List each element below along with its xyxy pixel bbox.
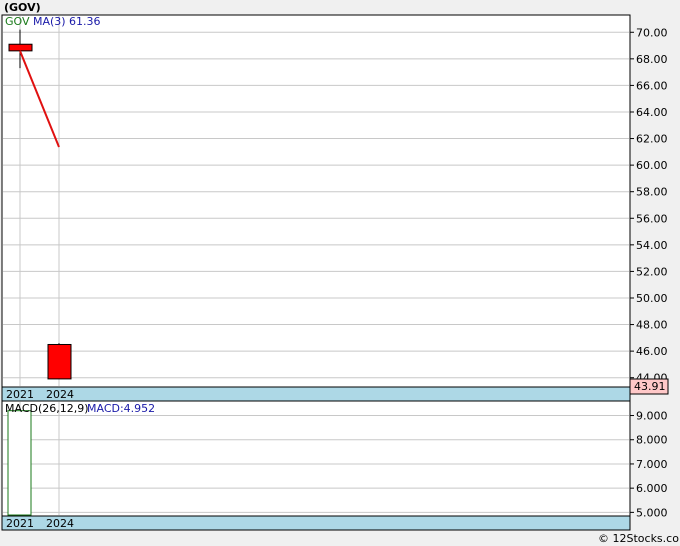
macd-y-tick-label: 7.000 (636, 458, 668, 471)
stock-chart: 44.0046.0048.0050.0052.0054.0056.0058.00… (1, 1, 680, 545)
price-y-tick-label: 48.00 (636, 319, 668, 332)
ticker-legend: GOV (5, 15, 30, 28)
macd-date-band (1, 515, 631, 531)
macd-y-tick-label: 6.000 (636, 482, 668, 495)
macd-panel (1, 400, 631, 517)
price-date-band (1, 386, 631, 402)
ma-legend-label: MA(3) (33, 15, 66, 28)
price-y-tick-label: 52.00 (636, 265, 668, 278)
macd-y-tick-label: 5.000 (636, 506, 668, 519)
candle-body-2024 (47, 343, 72, 380)
price-date-label-2021: 2021 (6, 388, 34, 401)
price-y-axis: 44.0046.0048.0050.0052.0054.0056.0058.00… (630, 26, 668, 385)
macd-legend-value: MACD:4.952 (87, 402, 155, 415)
macd-date-label-2024: 2024 (46, 517, 74, 530)
price-y-tick-label: 70.00 (636, 26, 668, 39)
price-y-tick-label: 62.00 (636, 133, 668, 146)
price-panel (1, 14, 631, 388)
candle-body-2021 (8, 43, 33, 52)
macd-y-tick-label: 8.000 (636, 434, 668, 447)
watermark: © 12Stocks.com (598, 532, 680, 545)
price-y-tick-label: 56.00 (636, 212, 668, 225)
price-y-tick-label: 68.00 (636, 53, 668, 66)
price-y-tick-label: 46.00 (636, 345, 668, 358)
macd-date-label-2021: 2021 (6, 517, 34, 530)
price-y-tick-label: 66.00 (636, 79, 668, 92)
price-y-tick-label: 64.00 (636, 106, 668, 119)
price-y-tick-label: 54.00 (636, 239, 668, 252)
macd-y-axis: 5.000 6.000 7.000 8.000 9.000 (630, 410, 668, 519)
price-y-tick-label: 60.00 (636, 159, 668, 172)
price-date-label-2024: 2024 (46, 388, 74, 401)
ma-legend-value: 61.36 (69, 15, 101, 28)
price-y-tick-label: 50.00 (636, 292, 668, 305)
macd-y-tick-label: 9.000 (636, 410, 668, 423)
macd-legend-label: MACD(26,12,9) (5, 402, 89, 415)
macd-marks (7, 410, 32, 516)
chart-title: (GOV) (4, 1, 41, 14)
last-price-value: 43.91 (634, 380, 666, 393)
price-y-tick-label: 58.00 (636, 186, 668, 199)
macd-bar-2021 (7, 410, 32, 516)
